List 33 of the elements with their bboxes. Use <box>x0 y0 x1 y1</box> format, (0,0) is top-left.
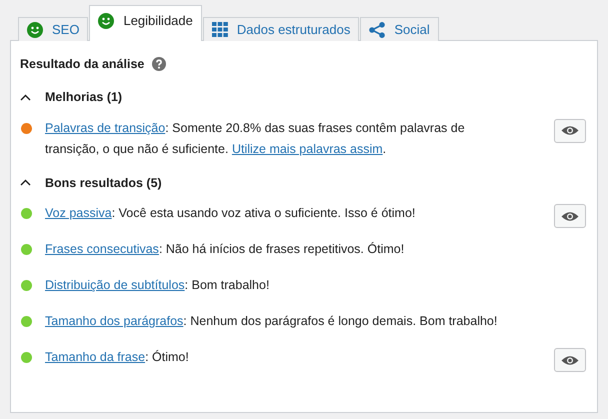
eye-icon <box>561 125 579 136</box>
result-text: Tamanho dos parágrafos: Nenhum dos parágrafos é longo demais. Bom trabalho! <box>45 313 498 330</box>
tab[interactable]: SEO <box>18 17 88 41</box>
result-link[interactable]: Tamanho dos parágrafos <box>45 314 184 328</box>
result-link[interactable]: Palavras de transição <box>45 120 166 134</box>
tab[interactable]: Social <box>360 17 439 41</box>
eye-icon <box>561 210 579 222</box>
result-text: Tamanho da frase: Ótimo! <box>45 349 190 366</box>
result-link[interactable]: Tamanho da frase <box>45 350 146 364</box>
result-text: Distribuição de subtítulos: Bom trabalho! <box>45 277 270 294</box>
share-icon <box>369 22 386 38</box>
smiley-icon <box>98 12 114 28</box>
result-text: Frases consecutivas: Não há inícios de frases repetitivos. Ótimo! <box>45 241 406 258</box>
result-link[interactable]: Voz passiva <box>45 206 112 220</box>
result-link[interactable]: Distribuição de subtítulos <box>45 278 185 292</box>
result-text: Voz passiva: Você esta usando voz ativa o suficiente. Isso é ótimo! <box>45 205 416 222</box>
highlight-button[interactable] <box>554 118 586 142</box>
tab[interactable]: Dados estruturados <box>202 17 360 41</box>
section-heading: Melhorias (1) <box>45 88 122 106</box>
smiley-icon <box>27 22 43 38</box>
section-toggle[interactable] <box>20 94 31 101</box>
highlight-button[interactable] <box>554 204 586 228</box>
grid-icon <box>212 22 228 37</box>
result-link[interactable]: Frases consecutivas <box>45 242 159 256</box>
section-toggle[interactable] <box>20 179 31 186</box>
help-icon[interactable] <box>152 57 166 72</box>
highlight-button[interactable] <box>554 348 586 372</box>
eye-icon <box>561 354 579 366</box>
result-link[interactable]: Utilize mais palavras assim <box>232 142 383 156</box>
tab[interactable]: Legibilidade <box>89 5 202 41</box>
result-text: Palavras de transição: Somente 20.8% das suas frases contêm palavras de transição, o que não é suficiente. Utilize mais palavras assim. <box>45 120 466 158</box>
section-heading: Bons resultados (5) <box>45 174 162 192</box>
panel-title: Resultado da análise <box>20 56 144 73</box>
